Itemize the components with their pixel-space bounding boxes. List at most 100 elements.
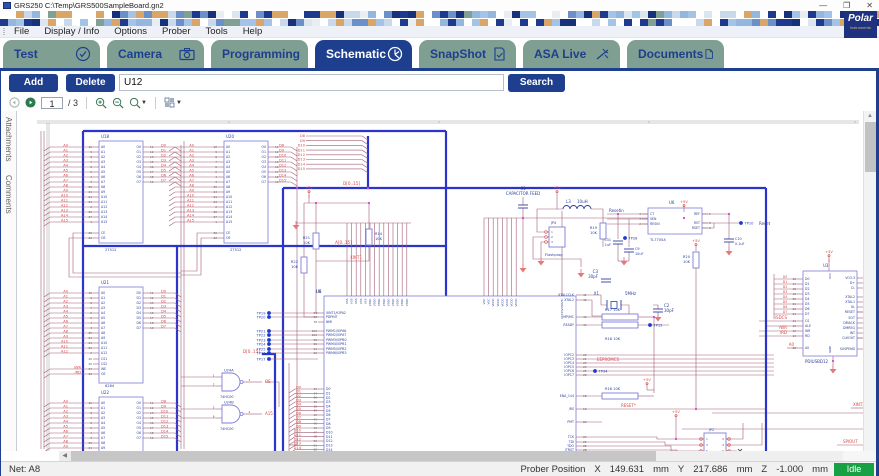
svg-text:A5: A5 — [226, 170, 230, 174]
horizontal-scroll-thumb[interactable] — [71, 451, 656, 461]
svg-text:A1: A1 — [63, 404, 68, 408]
svg-text:XTAL2: XTAL2 — [845, 295, 855, 299]
svg-text:A0: A0 — [101, 401, 105, 405]
svg-text:O0: O0 — [136, 401, 141, 405]
zoom-out-icon[interactable] — [112, 97, 124, 109]
tab-asa-live[interactable]: ASA Live — [523, 40, 620, 68]
prober-x-value: 149.631 — [610, 464, 644, 475]
document-icon — [703, 46, 715, 62]
svg-text:VCCO: VCCO — [496, 298, 500, 307]
svg-text:O4: O4 — [136, 165, 141, 169]
svg-text:D4: D4 — [805, 297, 809, 301]
svg-text:10uF: 10uF — [635, 252, 643, 256]
svg-text:TCK: TCK — [567, 435, 575, 439]
svg-text:A15: A15 — [226, 220, 232, 224]
svg-text:A8: A8 — [63, 329, 68, 333]
menu-item-help[interactable]: Help — [243, 26, 263, 37]
svg-text:A4: A4 — [101, 165, 105, 169]
svg-text:VO3.3: VO3.3 — [845, 276, 855, 280]
tab-strip: TestCameraProgramming Schematic SnapShotAS… — [0, 38, 879, 68]
layers-dropdown[interactable]: ▼ — [164, 97, 182, 108]
menu-item-options[interactable]: Options — [114, 26, 147, 37]
menu-item-display-info[interactable]: Display / Info — [44, 26, 99, 37]
svg-text:D0: D0 — [161, 289, 167, 293]
svg-text:CE: CE — [226, 231, 230, 235]
svg-text:A7: A7 — [63, 434, 68, 438]
search-button[interactable]: Search — [508, 74, 565, 92]
svg-text:A3: A3 — [189, 158, 194, 162]
page-number-input[interactable]: 1 — [41, 97, 63, 109]
svg-text:A3: A3 — [63, 158, 68, 162]
svg-text:O2: O2 — [136, 155, 141, 159]
nav-forward-icon[interactable] — [25, 97, 36, 108]
close-button[interactable]: ✕ — [866, 0, 873, 11]
svg-text:12: 12 — [792, 329, 796, 333]
svg-text:IOPC7: IOPC7 — [564, 373, 574, 377]
tab-label: Schematic — [326, 47, 386, 61]
tab-snapshot[interactable]: SnapShot — [419, 40, 516, 68]
prober-y-label: Y — [678, 464, 684, 475]
svg-text:A1: A1 — [189, 148, 194, 152]
zoom-in-icon[interactable] — [95, 97, 107, 109]
tab-schematic[interactable]: Schematic — [315, 40, 412, 68]
prober-state-badge[interactable]: Idle — [834, 463, 874, 476]
svg-text:+5V: +5V — [672, 410, 680, 414]
svg-text:22: 22 — [213, 236, 217, 240]
svg-text:VCCO: VCCO — [505, 298, 509, 307]
delete-button[interactable]: Delete — [66, 74, 115, 92]
svg-text:D9: D9 — [279, 148, 285, 152]
svg-text:VSS: VSS — [350, 298, 354, 304]
nav-back-icon[interactable] — [9, 97, 20, 108]
add-button[interactable]: Add — [9, 74, 58, 92]
svg-text:D6: D6 — [805, 307, 809, 311]
svg-text:D3: D3 — [783, 290, 787, 294]
svg-text:R20: R20 — [683, 255, 691, 259]
svg-text:C10: C10 — [735, 237, 742, 241]
menu-item-prober[interactable]: Prober — [162, 26, 191, 37]
menu-item-file[interactable]: File — [14, 26, 29, 37]
svg-text:O5: O5 — [136, 426, 141, 430]
svg-text:D5: D5 — [137, 316, 141, 320]
svg-text:A7: A7 — [101, 326, 105, 330]
content-frame: Add Delete Search 1 / 3 ▼ — [0, 68, 879, 476]
svg-text:/RS: /RS — [569, 407, 574, 411]
svg-text:A1: A1 — [226, 150, 230, 154]
svg-text:O3: O3 — [136, 416, 141, 420]
svg-text:D2: D2 — [805, 287, 809, 291]
svg-text:A4: A4 — [63, 419, 68, 423]
tab-test[interactable]: Test — [3, 40, 100, 68]
vertical-scroll-thumb[interactable] — [865, 122, 876, 172]
search-input[interactable] — [119, 74, 504, 91]
horizontal-scrollbar[interactable]: ◀ — [1, 451, 876, 461]
svg-text:PWM2/IOPA7: PWM2/IOPA7 — [326, 333, 346, 337]
side-panel-comments[interactable]: Comments — [4, 175, 13, 214]
mosaic-banner — [0, 11, 879, 26]
scroll-left-arrow[interactable]: ◀ — [59, 451, 71, 461]
vertical-scrollbar[interactable]: ▲ — [863, 111, 876, 451]
svg-text:Resetin: Resetin — [609, 208, 624, 213]
svg-text:D9: D9 — [161, 404, 167, 408]
svg-text:R14: R14 — [375, 232, 383, 236]
scroll-up-arrow[interactable]: ▲ — [864, 111, 876, 121]
tab-programming[interactable]: Programming — [211, 40, 308, 68]
minimize-button[interactable]: — — [819, 0, 827, 11]
svg-text:D0: D0 — [161, 143, 167, 147]
maximize-button[interactable]: ❐ — [843, 0, 850, 11]
svg-text:D1: D1 — [137, 296, 141, 300]
svg-text:A0: A0 — [101, 291, 105, 295]
svg-text:D7: D7 — [805, 312, 809, 316]
svg-text:A6: A6 — [63, 429, 68, 433]
tab-documents[interactable]: Documents — [627, 40, 724, 68]
menu-item-tools[interactable]: Tools — [206, 26, 228, 37]
side-panel-attachments[interactable]: Attachments — [4, 117, 13, 161]
svg-text:TP34: TP34 — [598, 369, 609, 373]
hscroll-track[interactable] — [71, 451, 843, 461]
tab-camera[interactable]: Camera — [107, 40, 204, 68]
svg-text:A1: A1 — [101, 296, 105, 300]
svg-text:DMACK: DMACK — [843, 321, 856, 325]
svg-text:A7: A7 — [101, 436, 105, 440]
zoom-mode-dropdown[interactable]: ▼ — [129, 97, 147, 109]
svg-text:D3: D3 — [805, 292, 809, 296]
svg-text:R21: R21 — [303, 236, 310, 240]
schematic-canvas[interactable]: U1827512A010A0A19A1A28A2A37A3A46A4A55A5A… — [17, 111, 863, 451]
